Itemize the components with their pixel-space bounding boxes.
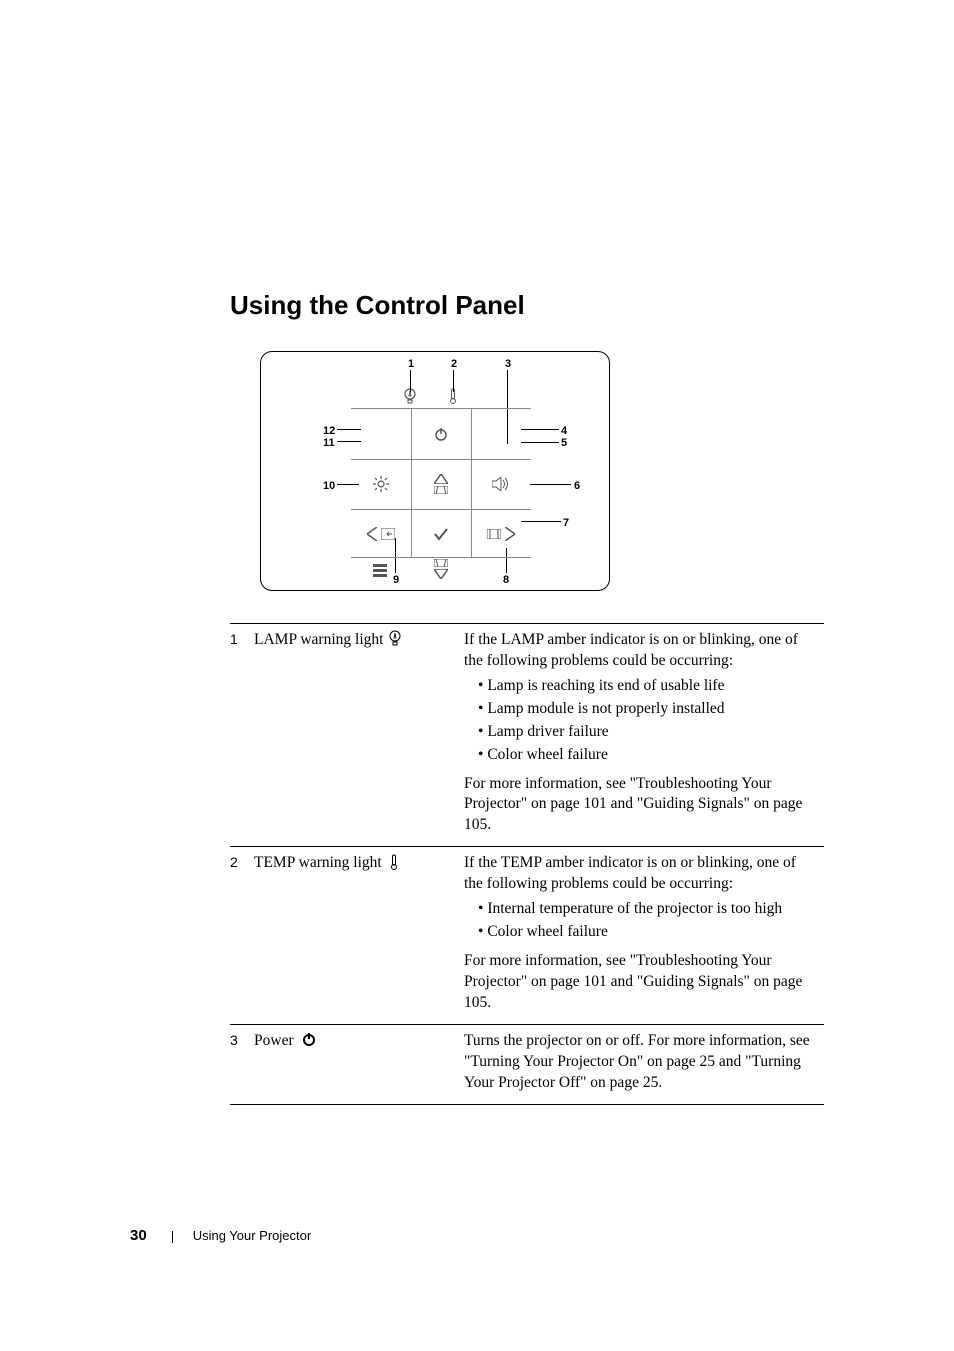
footer-section: Using Your Projector [193,1228,312,1243]
brightness-button [351,459,411,509]
footer-separator [172,1231,173,1243]
section-heading: Using the Control Panel [230,290,824,321]
callout-9: 9 [393,574,399,586]
row-description: If the TEMP amber indicator is on or bli… [464,847,824,1024]
control-panel-table: 1 LAMP warning light If the LAMP amber i… [230,623,824,1105]
callout-4: 4 [561,425,567,437]
row-number: 3 [230,1024,254,1104]
callout-3: 3 [505,358,511,370]
row-label: Power [254,1024,464,1104]
up-keystone-button [411,459,471,509]
callout-1: 1 [408,358,414,370]
callout-2: 2 [451,358,457,370]
row-number: 2 [230,847,254,1024]
table-row: 2 TEMP warning light If the TEMP amber i… [230,847,824,1024]
row-number: 1 [230,624,254,847]
callout-5: 5 [561,437,567,449]
menu-button [373,564,387,578]
row-label: LAMP warning light [254,624,464,847]
lamp-icon [387,632,401,647]
enter-button [411,509,471,559]
table-row: 3 Power Turns the projector on or off. F… [230,1024,824,1104]
control-panel-diagram: 1 2 3 4 5 6 7 8 9 10 11 12 [260,351,610,591]
row-description: Turns the projector on or off. For more … [464,1024,824,1104]
temp-icon [386,856,398,871]
leader-line [410,370,411,392]
right-autoadjust-button [471,509,531,559]
row-label: TEMP warning light [254,847,464,1024]
volume-button [471,459,531,509]
callout-10: 10 [323,480,335,492]
callout-6: 6 [574,480,580,492]
leader-line [530,484,571,485]
page-number: 30 [130,1227,147,1244]
leader-line [453,370,454,392]
callout-7: 7 [563,517,569,529]
callout-8: 8 [503,574,509,586]
power-button [411,409,471,459]
callout-12: 12 [323,425,335,437]
table-row: 1 LAMP warning light If the LAMP amber i… [230,624,824,847]
power-icon [297,1033,317,1048]
button-grid [351,408,531,558]
left-source-button [351,509,411,559]
row-description: If the LAMP amber indicator is on or bli… [464,624,824,847]
down-keystone-button [411,559,471,579]
page-footer: 30 Using Your Projector [130,1227,311,1245]
callout-11: 11 [323,437,335,449]
